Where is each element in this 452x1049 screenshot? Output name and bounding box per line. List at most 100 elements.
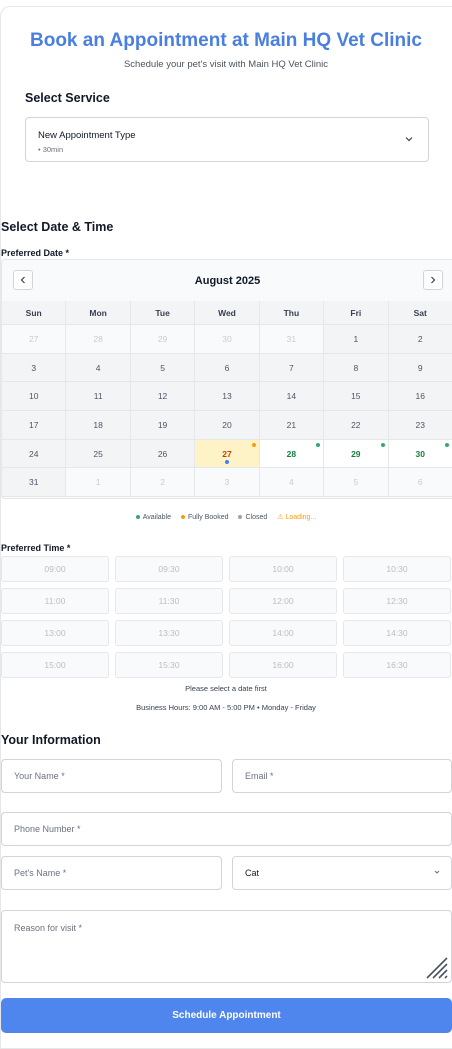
time-slot-button[interactable]: 16:00 (229, 652, 337, 678)
weekday-header: Mon (66, 301, 131, 325)
phone-placeholder: Phone Number * (14, 824, 81, 834)
service-name: New Appointment Type (38, 130, 136, 141)
calendar-day[interactable]: 29 (324, 439, 389, 469)
phone-input[interactable]: Phone Number * (1, 812, 452, 846)
day-number: 2 (417, 334, 423, 344)
day-number: 13 (222, 391, 232, 402)
calendar-day: 24 (2, 439, 67, 469)
day-number: 2 (160, 477, 165, 488)
day-number: 14 (286, 391, 297, 402)
calendar-month: August 2025 (194, 275, 261, 287)
pet-type-select[interactable]: Cat (232, 856, 452, 890)
closed-dot-icon (238, 515, 243, 519)
available-dot-icon (135, 515, 140, 519)
time-slot-button[interactable]: 15:00 (1, 652, 109, 678)
calendar: August 2025 Sun Mon Tue Wed Thu Fri Sat 27 28 29 3… (1, 259, 452, 499)
time-slot-grid: 09:00 09:30 10:00 10:30 11:00 11:30 12:00 12:30… (1, 556, 452, 678)
day-number: 28 (286, 448, 297, 459)
weekday-header: Sat (388, 301, 452, 325)
info-section-title: Your Information (1, 733, 101, 747)
time-slot-button[interactable]: 12:30 (343, 588, 451, 614)
service-section-title: Select Service (25, 91, 110, 105)
time-slot-button[interactable]: 10:00 (229, 556, 337, 582)
name-input[interactable]: Your Name * (1, 759, 222, 793)
day-number: 16 (415, 391, 425, 402)
day-number: 27 (28, 334, 39, 344)
chevron-right-icon (431, 276, 436, 284)
time-slot-button[interactable]: 16:30 (343, 652, 451, 678)
calendar-day: 4 (259, 468, 325, 498)
calendar-day: 6 (195, 353, 260, 383)
calendar-day: 31 (259, 325, 325, 354)
calendar-day[interactable]: 27 (195, 439, 260, 469)
day-number: 8 (353, 362, 359, 373)
calendar-legend: Available Fully Booked Closed ⚠ Loading.… (0, 513, 452, 521)
calendar-day: 4 (66, 353, 131, 383)
time-slot-button[interactable]: 13:30 (115, 620, 223, 646)
chevron-down-icon (404, 134, 414, 147)
today-indicator-icon (224, 460, 229, 465)
weekday-header: Sun (2, 301, 67, 325)
calendar-day: 7 (259, 353, 325, 383)
time-slot-button[interactable]: 14:00 (229, 620, 337, 646)
day-number: 31 (28, 477, 39, 488)
resize-grip-icon[interactable] (424, 955, 448, 979)
calendar-day: 1 (324, 325, 389, 354)
calendar-day: 31 (2, 468, 67, 498)
reason-textarea[interactable]: Reason for visit * (1, 910, 452, 983)
datetime-section-title: Select Date & Time (1, 220, 114, 234)
time-slot-button[interactable]: 09:00 (1, 556, 109, 582)
day-number: 1 (353, 334, 359, 344)
pet-name-input[interactable]: Pet's Name * (1, 856, 222, 890)
day-number: 15 (351, 391, 361, 402)
day-number: 27 (222, 448, 232, 459)
time-slot-button[interactable]: 10:30 (343, 556, 451, 582)
service-select[interactable]: New Appointment Type • 30min (25, 117, 429, 162)
time-slot-button[interactable]: 15:30 (115, 652, 223, 678)
calendar-day: 21 (259, 411, 325, 440)
day-number: 30 (222, 334, 232, 344)
calendar-day: 18 (66, 411, 131, 440)
email-input[interactable]: Email * (232, 759, 452, 793)
calendar-day: 17 (2, 411, 67, 440)
calendar-day: 1 (66, 468, 131, 498)
calendar-day[interactable]: 30 (388, 439, 452, 469)
day-number: 24 (28, 448, 39, 459)
time-slot-button[interactable]: 11:30 (115, 588, 223, 614)
booked-dot-icon (181, 515, 186, 519)
calendar-day: 10 (2, 382, 67, 412)
schedule-appointment-button[interactable]: Schedule Appointment (1, 998, 452, 1033)
time-slot-button[interactable]: 12:00 (229, 588, 337, 614)
day-number: 6 (417, 477, 423, 488)
reason-placeholder: Reason for visit * (14, 923, 83, 933)
available-dot-icon (316, 442, 321, 447)
calendar-day: 13 (195, 382, 260, 412)
calendar-day: 20 (195, 411, 260, 440)
time-slot-button[interactable]: 13:00 (1, 620, 109, 646)
page-subtitle: Schedule your pet's visit with Main HQ V… (123, 59, 329, 70)
available-dot-icon (380, 442, 385, 447)
time-slot-button[interactable]: 11:00 (1, 588, 109, 614)
calendar-day: 8 (324, 353, 389, 383)
day-number: 21 (286, 420, 297, 431)
day-number: 3 (224, 477, 230, 488)
next-month-button[interactable] (423, 270, 443, 290)
weekday-header: Fri (324, 301, 389, 325)
day-number: 7 (289, 362, 294, 373)
legend-fully-booked: Fully Booked (181, 513, 228, 521)
legend-closed: Closed (238, 513, 267, 521)
time-slot-button[interactable]: 14:30 (343, 620, 451, 646)
day-number: 19 (157, 420, 168, 431)
calendar-day[interactable]: 28 (259, 439, 325, 469)
calendar-day: 3 (2, 353, 67, 383)
email-placeholder: Email * (245, 771, 274, 781)
day-number: 12 (157, 391, 168, 402)
legend-loading: ⚠ Loading... (277, 514, 317, 521)
day-number: 5 (160, 362, 165, 373)
date-label: Preferred Date * (1, 248, 70, 258)
calendar-day: 23 (388, 411, 452, 440)
calendar-day: 16 (388, 382, 452, 412)
time-slot-button[interactable]: 09:30 (115, 556, 223, 582)
day-number: 30 (415, 448, 425, 459)
calendar-day: 26 (130, 439, 196, 469)
